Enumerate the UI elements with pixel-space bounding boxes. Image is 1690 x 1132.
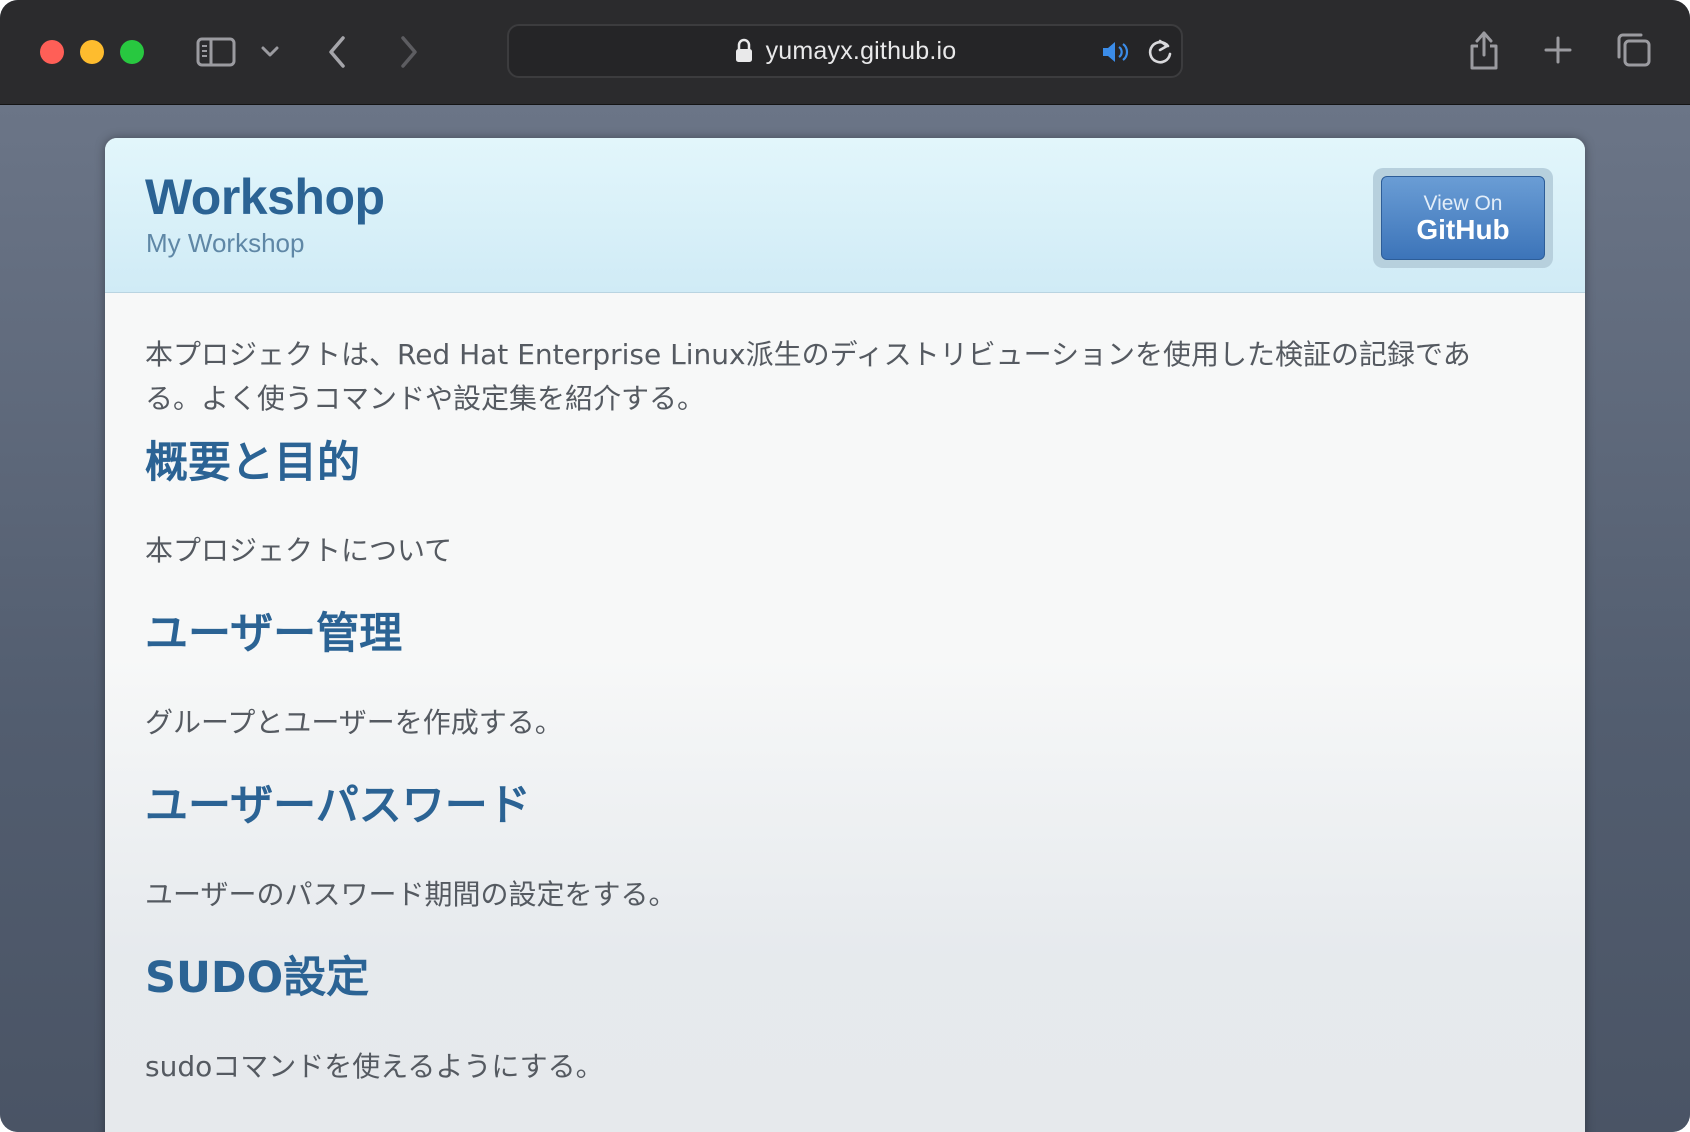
github-button-small-label: View On xyxy=(1423,191,1503,215)
view-on-github-wrapper: View On GitHub xyxy=(1373,168,1553,268)
chevron-down-icon[interactable] xyxy=(258,38,282,66)
section-heading-user-password: ユーザーパスワード xyxy=(145,781,531,831)
site-title[interactable]: Workshop xyxy=(145,168,385,226)
intro-paragraph: 本プロジェクトは、Red Hat Enterprise Linux派生のディスト… xyxy=(145,338,1471,415)
section-heading-user-management: ユーザー管理 xyxy=(145,609,403,659)
main-card: Workshop My Workshop View On GitHub 本プロジ… xyxy=(105,138,1585,1132)
audio-icon[interactable] xyxy=(1099,38,1133,66)
minimize-window-button[interactable] xyxy=(80,40,104,64)
lock-icon xyxy=(734,38,754,64)
forward-icon[interactable] xyxy=(394,32,424,72)
github-button-big-label: GitHub xyxy=(1416,213,1510,245)
address-bar[interactable]: yumayx.github.io xyxy=(507,24,1183,78)
sidebar-toggle-icon[interactable] xyxy=(194,34,238,70)
site-subtitle: My Workshop xyxy=(146,228,305,258)
share-icon[interactable] xyxy=(1466,28,1502,72)
view-on-github-button[interactable]: View On GitHub xyxy=(1381,176,1545,260)
close-window-button[interactable] xyxy=(40,40,64,64)
browser-window: yumayx.github.io Workshop My Workshop Vi… xyxy=(0,0,1690,1132)
section-heading-sudo: SUDO設定 xyxy=(145,953,370,1003)
zoom-window-button[interactable] xyxy=(120,40,144,64)
section-text-user-password: ユーザーのパスワード期間の設定をする。 xyxy=(145,878,677,911)
back-icon[interactable] xyxy=(322,32,352,72)
section-text-overview: 本プロジェクトについて xyxy=(145,534,453,567)
new-tab-icon[interactable] xyxy=(1540,32,1576,68)
browser-toolbar: yumayx.github.io xyxy=(0,0,1690,105)
section-text-user-management: グループとユーザーを作成する。 xyxy=(145,706,563,739)
section-text-sudo: sudoコマンドを使えるようにする。 xyxy=(145,1050,604,1083)
tab-overview-icon[interactable] xyxy=(1614,30,1654,70)
site-header: Workshop My Workshop View On GitHub xyxy=(105,138,1585,293)
section-heading-overview: 概要と目的 xyxy=(145,438,360,488)
reload-icon[interactable] xyxy=(1145,36,1175,68)
url-text: yumayx.github.io xyxy=(765,36,957,65)
